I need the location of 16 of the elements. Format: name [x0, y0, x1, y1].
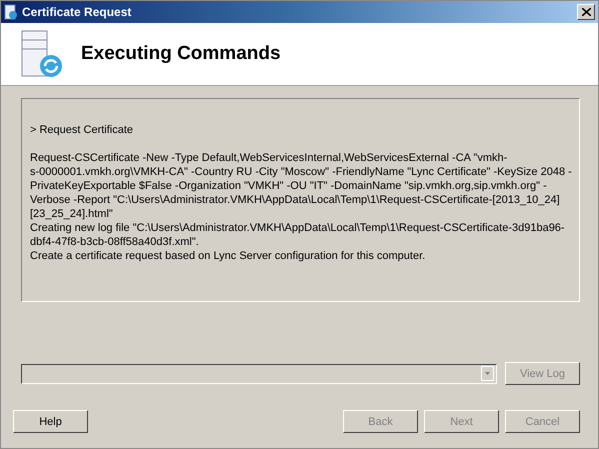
command-prompt: > Request Certificate	[30, 123, 134, 137]
certificate-icon	[4, 4, 18, 20]
server-icon	[21, 30, 63, 78]
output-line: dbf4-47f8-b3cb-08ff58a40d3f.xml".	[30, 235, 200, 249]
page-heading: Executing Commands	[81, 43, 281, 65]
close-icon	[582, 8, 590, 16]
dialog-button[interactable]: Help	[13, 410, 88, 433]
output-line: s-0000001.vmkh.org\VMKH-CA" -Country RU -City "Moscow" -FriendlyName "Lync Certificate" -KeySize 2048 -	[30, 165, 571, 179]
close-button[interactable]	[577, 4, 595, 20]
output-line: Verbose -Report "C:\Users\Administrator.VMKH\AppData\Local\Temp\1\Request-CSCertificate-[2013_10_24]	[30, 193, 561, 207]
output-line: [23_25_24].html"	[30, 207, 114, 221]
window-title: Certificate Request	[22, 5, 132, 19]
output-line: PrivateKeyExportable $False -Organization "VMKH" -OU "IT" -DomainName "sip.vmkh.org,sip.vmkh.org" -	[30, 179, 548, 193]
output-line: Creating new log file "C:\Users\Administrator.VMKH\AppData\Local\Temp\1\Request-CSCertificate-3d91ba96-	[30, 221, 566, 235]
output-line: Create a certificate request based on Lync Server configuration for this computer.	[30, 249, 426, 263]
output-line: Request-CSCertificate -New -Type Default,WebServicesInternal,WebServicesExternal -CA "vmkh-	[30, 151, 508, 165]
